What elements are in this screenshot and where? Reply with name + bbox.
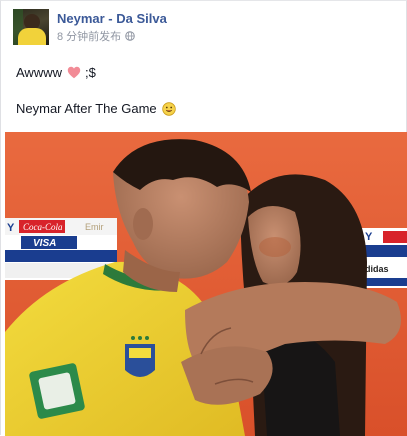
sponsor-emir: Emir [85, 222, 104, 232]
sponsor-coca: Coca-Cola [23, 222, 63, 232]
post-photo[interactable]: Y Coca-Cola Emir VISA Y adidas [5, 132, 407, 436]
heart-icon [67, 66, 81, 79]
sponsor-y-left: Y [7, 222, 15, 234]
sleeve-patch [29, 363, 85, 419]
author-name[interactable]: Neymar - Da Silva [57, 11, 167, 26]
post-text-caption: Neymar After The Game [16, 101, 157, 116]
photo-illustration: Y Coca-Cola Emir VISA Y adidas [5, 132, 407, 436]
smile-emoji-icon [161, 101, 176, 116]
avatar[interactable] [13, 9, 49, 45]
post-text-suffix: ;$ [85, 65, 96, 80]
sponsor-y-right: Y [365, 231, 373, 243]
post-meta: 8 分钟前发布 [57, 28, 135, 44]
post-header: Neymar - Da Silva 8 分钟前发布 [13, 9, 403, 45]
post-text-line-2: Neymar After The Game [16, 101, 176, 116]
globe-icon[interactable] [125, 31, 135, 41]
timestamp[interactable]: 8 分钟前发布 [57, 28, 121, 44]
post-card: Neymar - Da Silva 8 分钟前发布 Awwww ;$ Neyma… [0, 0, 407, 436]
post-text-awwww: Awwww [16, 65, 62, 80]
sponsor-visa: VISA [33, 238, 56, 249]
post-text-line-1: Awwww ;$ [16, 65, 96, 80]
